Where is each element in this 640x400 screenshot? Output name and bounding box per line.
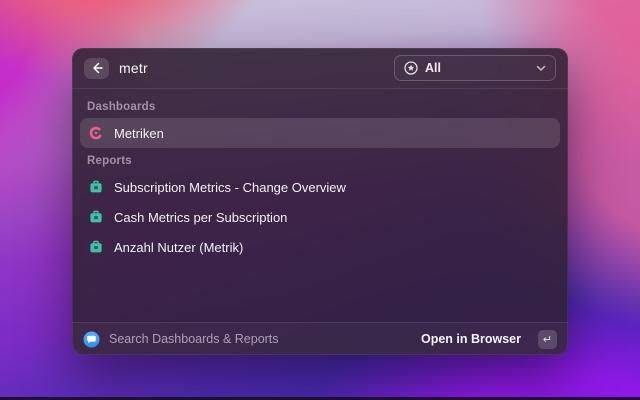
list-item-metriken[interactable]: Metriken xyxy=(80,118,560,148)
search-overlay-window: metr All Dashboards Met xyxy=(72,48,568,355)
list-item-anzahl-nutzer[interactable]: Anzahl Nutzer (Metrik) xyxy=(80,232,560,262)
section-title-reports: Reports xyxy=(80,148,560,172)
results-list: Dashboards Metriken Reports Subscription… xyxy=(72,89,568,262)
list-item-label: Metriken xyxy=(114,126,164,141)
donut-chart-icon xyxy=(88,126,103,141)
back-arrow-icon xyxy=(91,62,103,74)
search-input[interactable]: metr xyxy=(119,60,384,76)
filter-selected-value: All xyxy=(425,61,529,75)
list-item-label: Subscription Metrics - Change Overview xyxy=(114,180,346,195)
open-in-browser-action[interactable]: Open in Browser xyxy=(421,332,521,346)
footer-bar: Search Dashboards & Reports Open in Brow… xyxy=(72,322,568,355)
back-button[interactable] xyxy=(84,58,109,79)
filter-dropdown[interactable]: All xyxy=(394,55,556,81)
footer-hint-text: Search Dashboards & Reports xyxy=(109,332,412,346)
report-icon xyxy=(88,180,103,195)
chevron-down-icon xyxy=(536,65,546,72)
search-header: metr All xyxy=(72,48,568,88)
app-logo-icon xyxy=(83,331,100,348)
list-item-label: Cash Metrics per Subscription xyxy=(114,210,287,225)
report-icon xyxy=(88,240,103,255)
list-item-cash-metrics[interactable]: Cash Metrics per Subscription xyxy=(80,202,560,232)
list-item-subscription-metrics[interactable]: Subscription Metrics - Change Overview xyxy=(80,172,560,202)
list-item-label: Anzahl Nutzer (Metrik) xyxy=(114,240,243,255)
return-key-icon[interactable]: ↵ xyxy=(538,330,557,349)
report-icon xyxy=(88,210,103,225)
circled-star-icon xyxy=(404,61,418,75)
section-title-dashboards: Dashboards xyxy=(80,94,560,118)
